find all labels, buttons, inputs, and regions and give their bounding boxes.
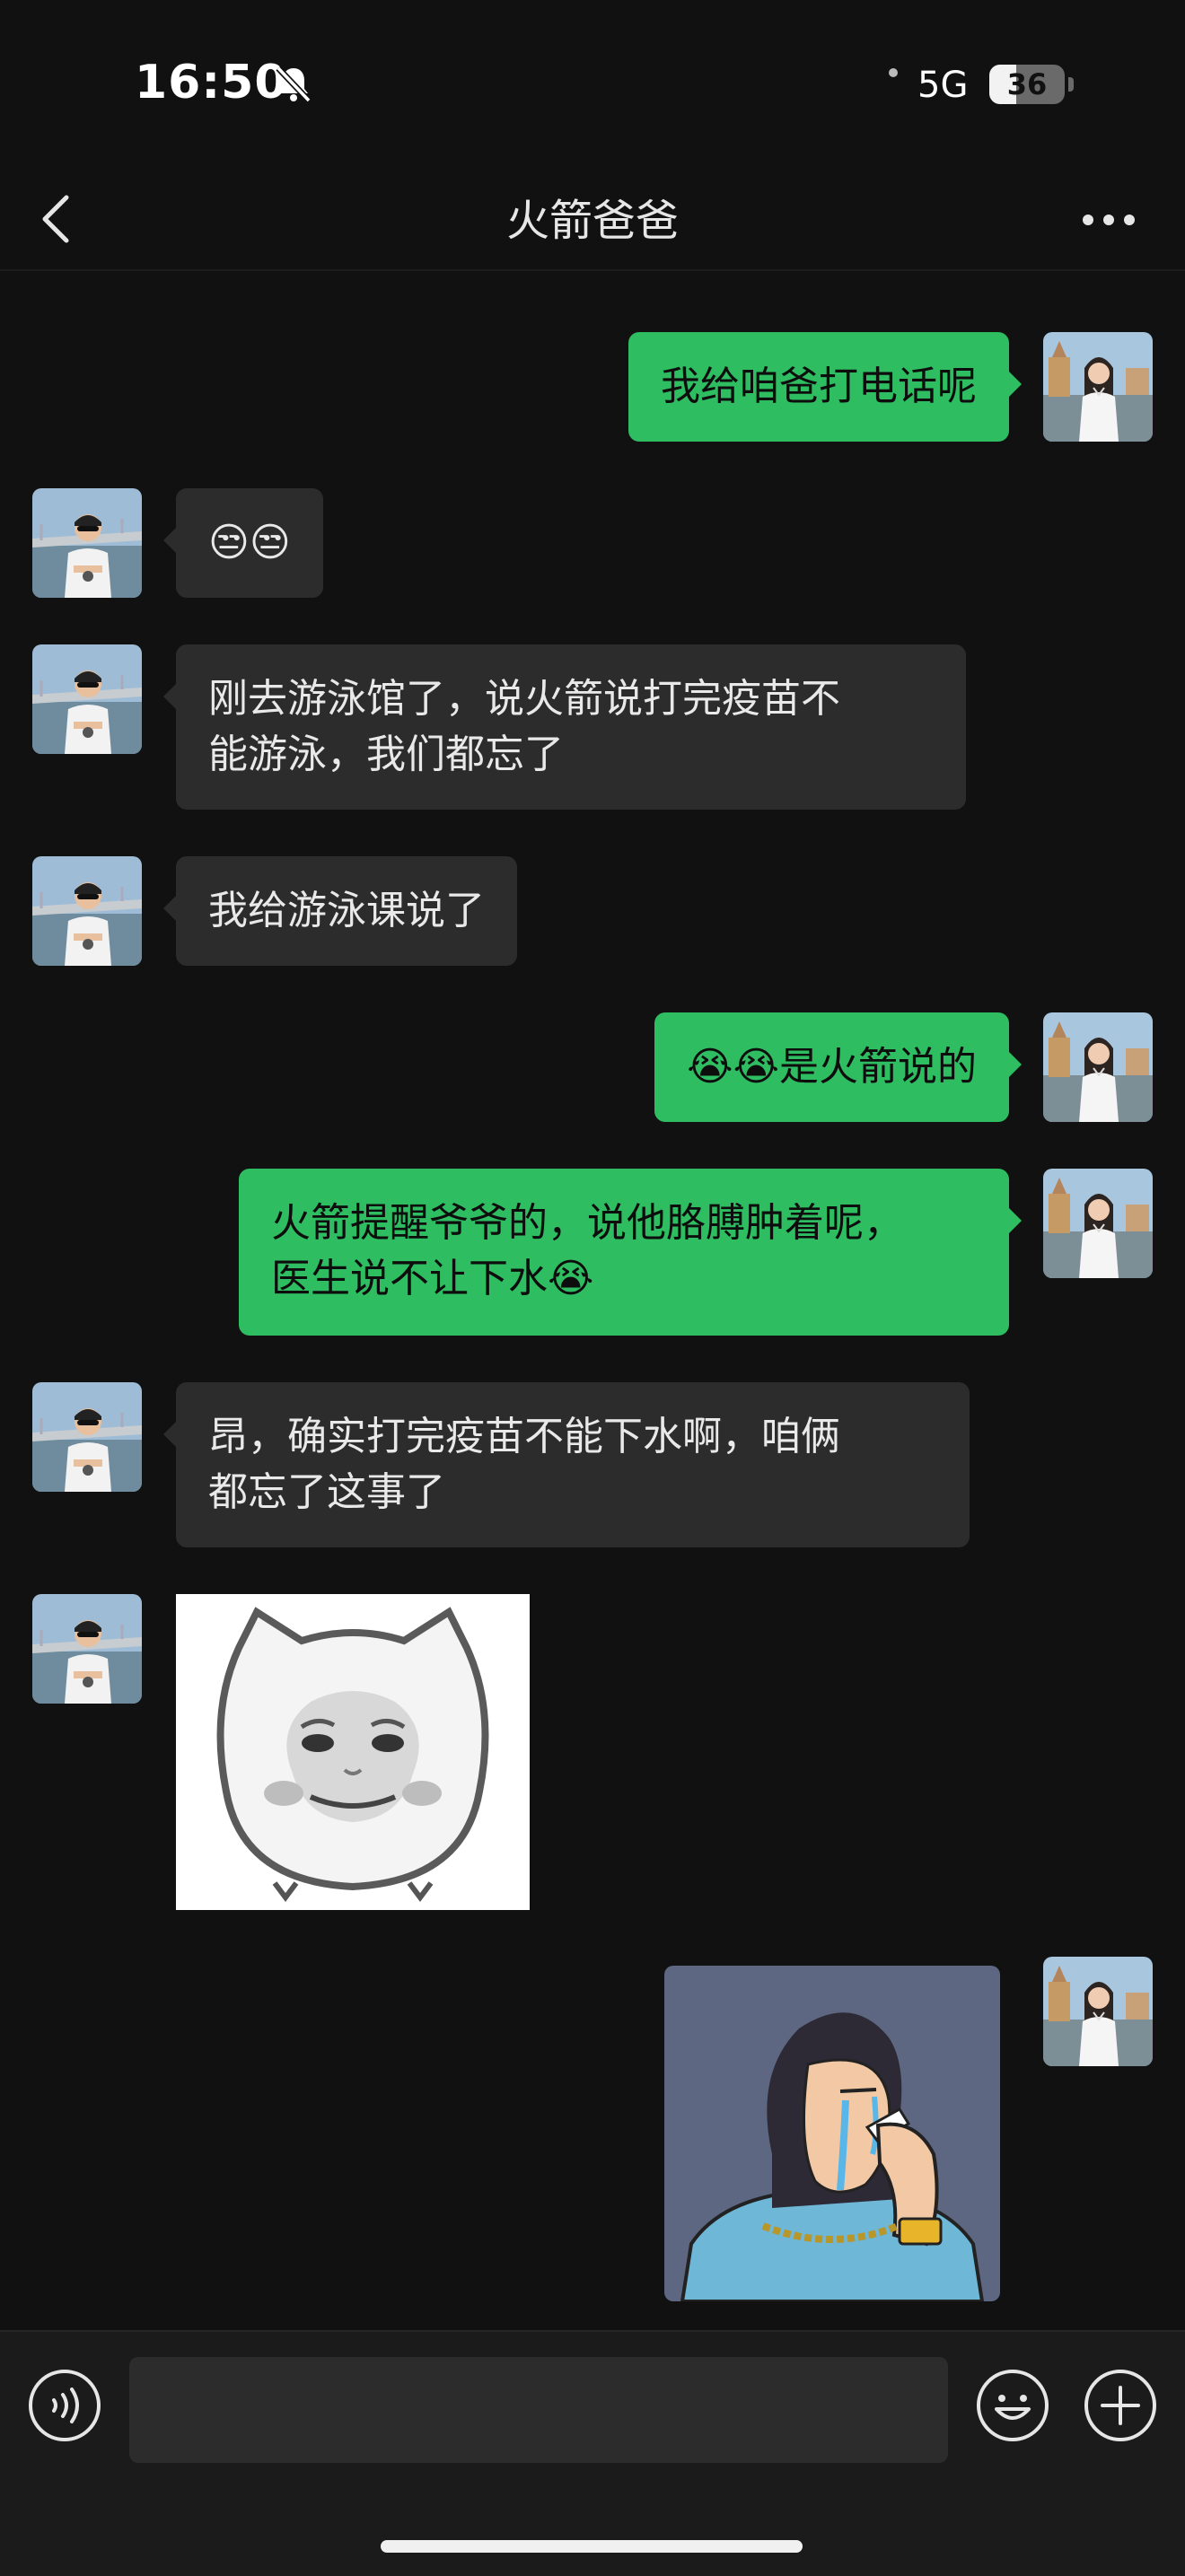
home-indicator[interactable] [381,2540,803,2553]
status-bar: 16:50 5G 36 [0,0,1185,171]
chat-title: 火箭爸爸 [505,196,679,246]
my-avatar[interactable] [1043,332,1153,442]
message-bubble-incoming[interactable]: 我给游泳课说了 [163,856,517,966]
message-bubble-incoming[interactable]: 昂，确实打完疫苗不能下水啊，咱俩 都忘了这事了 [163,1382,970,1547]
message-bubble-outgoing[interactable]: 我给咱爸打电话呢 [628,332,1022,442]
message-bubble-incoming[interactable]: 刚去游泳馆了，说火箭说打完疫苗不 能游泳，我们都忘了 [163,644,966,810]
status-time: 16:50 [135,56,288,110]
my-avatar[interactable] [1043,1012,1153,1122]
input-bar [0,2330,1185,2576]
contact-avatar[interactable] [32,488,142,598]
voice-icon[interactable] [27,2368,102,2443]
crying-woman-sticker[interactable] [664,1966,1000,2301]
message-bubble-incoming[interactable]: 😒😒 [163,488,323,598]
message-bubble-outgoing[interactable]: 😭😭是火箭说的 [654,1012,1022,1122]
my-avatar[interactable] [1043,1169,1153,1278]
contact-avatar[interactable] [32,1382,142,1492]
emoji-icon[interactable] [975,2368,1050,2443]
battery-icon: 36 [989,65,1065,104]
message-input[interactable] [129,2357,948,2463]
message-bubble-outgoing[interactable]: 火箭提醒爷爷的，说他胳膊肿着呢， 医生说不让下水😭 [239,1169,1022,1336]
network-label: 5G [917,65,969,106]
contact-avatar[interactable] [32,856,142,966]
battery-level: 36 [1006,67,1048,101]
battery-tip [1068,77,1074,92]
my-avatar[interactable] [1043,1957,1153,2066]
plus-icon[interactable] [1083,2368,1158,2443]
cat-face-sticker[interactable] [176,1594,530,1910]
more-dots-icon[interactable] [1077,197,1140,242]
bell-slash-icon [276,66,312,103]
contact-avatar[interactable] [32,1594,142,1704]
chat-header: 火箭爸爸 [0,171,1185,271]
contact-avatar[interactable] [32,644,142,754]
activity-dot [889,68,898,77]
